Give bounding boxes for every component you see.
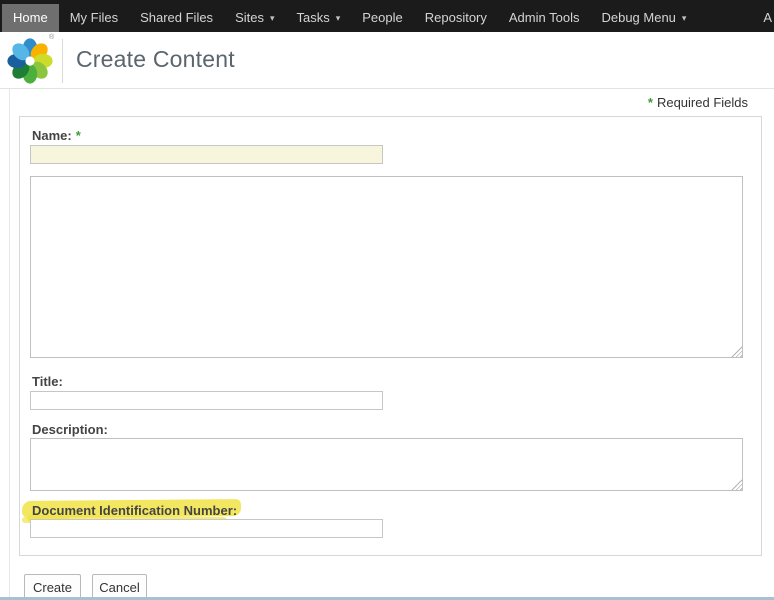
name-label-text: Name: [32,128,72,143]
nav-item-label: Debug Menu [601,10,676,25]
nav-item-label: Tasks [296,10,330,25]
name-label: Name: * [32,128,81,143]
nav-item-label: People [362,10,403,25]
nav-item-admin-tools[interactable]: Admin Tools [498,4,591,32]
create-content-form: Name: * Title: Description: Document Iden… [19,116,762,556]
nav-item-people[interactable]: People [351,4,413,32]
required-fields-note: * Required Fields [648,95,748,110]
nav-item-shared-files[interactable]: Shared Files [129,4,224,32]
page-edge-line [9,89,10,597]
content-textarea[interactable] [30,176,743,358]
page-title: Create Content [76,46,235,72]
required-note-text: Required Fields [656,95,748,110]
nav-item-label: Shared Files [140,10,214,25]
document-identification-number-label: Document Identification Number: [32,503,238,518]
nav-item-label: My Files [69,10,119,25]
nav-item-tasks[interactable]: Tasks ▾ [286,4,352,32]
title-input[interactable] [30,391,383,410]
title-label: Title: [32,374,63,389]
user-menu-partial[interactable]: A [757,4,774,32]
registered-trademark-icon: ® [49,34,55,41]
chevron-down-icon: ▾ [269,13,275,23]
page-header: ® Create Content [0,32,774,89]
top-navbar: Home My Files Shared Files Sites ▾ Tasks… [0,0,774,32]
create-content-page: Home My Files Shared Files Sites ▾ Tasks… [0,0,774,600]
chevron-down-icon: ▾ [681,13,687,23]
name-input[interactable] [30,145,383,164]
alfresco-logo[interactable] [6,37,54,85]
nav-item-label: Home [13,10,48,25]
chevron-down-icon: ▾ [335,13,341,23]
nav-item-label: Repository [424,10,487,25]
nav-item-home[interactable]: Home [2,4,59,32]
description-label: Description: [32,422,108,437]
nav-item-repository[interactable]: Repository [414,4,498,32]
nav-item-sites[interactable]: Sites ▾ [224,4,285,32]
required-asterisk: * [647,95,653,110]
description-textarea[interactable] [30,438,743,491]
nav-item-label: Admin Tools [508,10,580,25]
document-identification-number-input[interactable] [30,519,383,538]
required-asterisk: * [75,128,81,143]
header-divider [62,39,63,83]
nav-item-debug-menu[interactable]: Debug Menu ▾ [590,4,697,32]
nav-item-my-files[interactable]: My Files [59,4,129,32]
nav-item-label: Sites [235,10,264,25]
